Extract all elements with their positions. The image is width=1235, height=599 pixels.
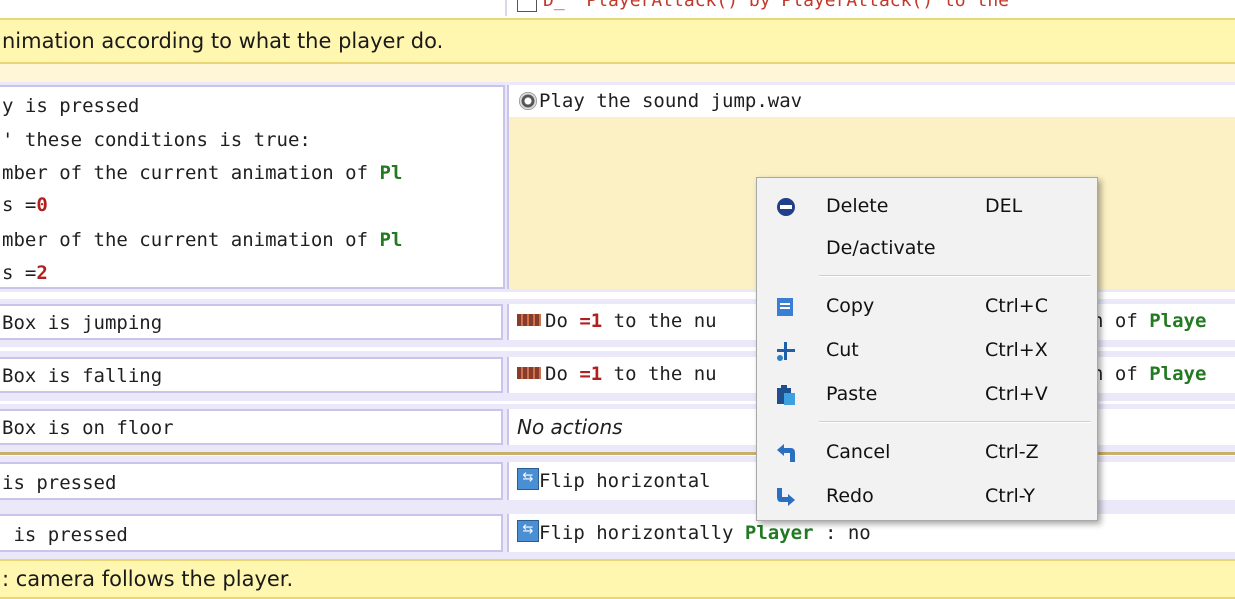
action-text-tail: n of Playe: [1092, 310, 1207, 332]
menu-item-copy[interactable]: Copy Ctrl+C: [757, 286, 1097, 326]
action-icon: [517, 0, 537, 12]
action-text: Flip horizontally Player : no: [539, 522, 871, 544]
condition-text: is pressed: [2, 524, 128, 546]
condition-panel[interactable]: Box is on floor: [0, 409, 503, 445]
condition-panel[interactable]: Box is jumping: [0, 304, 503, 340]
comment-animation[interactable]: nimation according to what the player do…: [0, 18, 1235, 64]
variable-icon: [517, 314, 541, 326]
action-text: Do =1 to the nu: [545, 363, 717, 385]
sound-icon: [519, 92, 537, 110]
condition-text: Box is on floor: [2, 417, 174, 439]
menu-item-deactivate[interactable]: De/activate: [757, 228, 1097, 268]
condition-line: y is pressed: [2, 95, 140, 117]
menu-item-cut[interactable]: Cut Ctrl+X: [757, 330, 1097, 370]
copy-icon: [777, 298, 793, 316]
event-gap: [0, 64, 1235, 82]
condition-text: is pressed: [2, 472, 117, 494]
menu-item-cancel[interactable]: Cancel Ctrl-Z: [757, 432, 1097, 472]
delete-icon: [777, 198, 795, 216]
condition-panel[interactable]: is pressed: [0, 514, 503, 552]
condition-line: mber of the current animation of Pl: [2, 162, 403, 184]
action-text: Do =1 to the nu: [545, 310, 717, 332]
action-text-tail: n of Playe: [1092, 363, 1207, 385]
condition-line: mber of the current animation of Pl: [2, 229, 403, 251]
flip-icon: ⇆: [517, 520, 539, 542]
menu-item-paste[interactable]: Paste Ctrl+V: [757, 374, 1097, 414]
context-menu: Delete DEL De/activate Copy Ctrl+C Cut C…: [756, 177, 1098, 521]
condition-text: Box is jumping: [2, 312, 163, 334]
no-actions-text: No actions: [517, 415, 623, 439]
undo-icon: [777, 444, 795, 462]
comment-text: : camera follows the player.: [2, 567, 294, 591]
menu-separator: [819, 421, 1091, 423]
condition-panel[interactable]: is pressed: [0, 462, 503, 500]
action-play-sound[interactable]: Play the sound jump.wav: [507, 85, 1235, 117]
condition-text: Box is falling: [2, 365, 163, 387]
paste-icon: [777, 385, 795, 405]
menu-separator: [819, 275, 1091, 277]
condition-panel[interactable]: Box is falling: [0, 357, 503, 393]
menu-item-redo[interactable]: Redo Ctrl-Y: [757, 476, 1097, 516]
top-action-text: D_ PlayerAttack() by PlayerAttack() to t…: [543, 0, 1009, 11]
top-clipped-action[interactable]: D_ PlayerAttack() by PlayerAttack() to t…: [505, 0, 1235, 16]
redo-icon: [777, 488, 795, 506]
comment-camera[interactable]: : camera follows the player.: [0, 559, 1235, 599]
condition-line: s =2: [2, 262, 48, 284]
menu-item-delete[interactable]: Delete DEL: [757, 186, 1097, 226]
cut-icon: [777, 342, 795, 361]
variable-icon: [517, 367, 541, 379]
condition-panel-jump[interactable]: y is pressed ' these conditions is true:…: [0, 85, 505, 289]
condition-line: ' these conditions is true:: [2, 129, 311, 151]
action-text: Play the sound jump.wav: [539, 90, 803, 112]
comment-text: nimation according to what the player do…: [2, 29, 444, 53]
condition-line: s =0: [2, 194, 48, 216]
flip-icon: ⇆: [517, 468, 539, 490]
action-text: Flip horizontal: [539, 470, 711, 492]
